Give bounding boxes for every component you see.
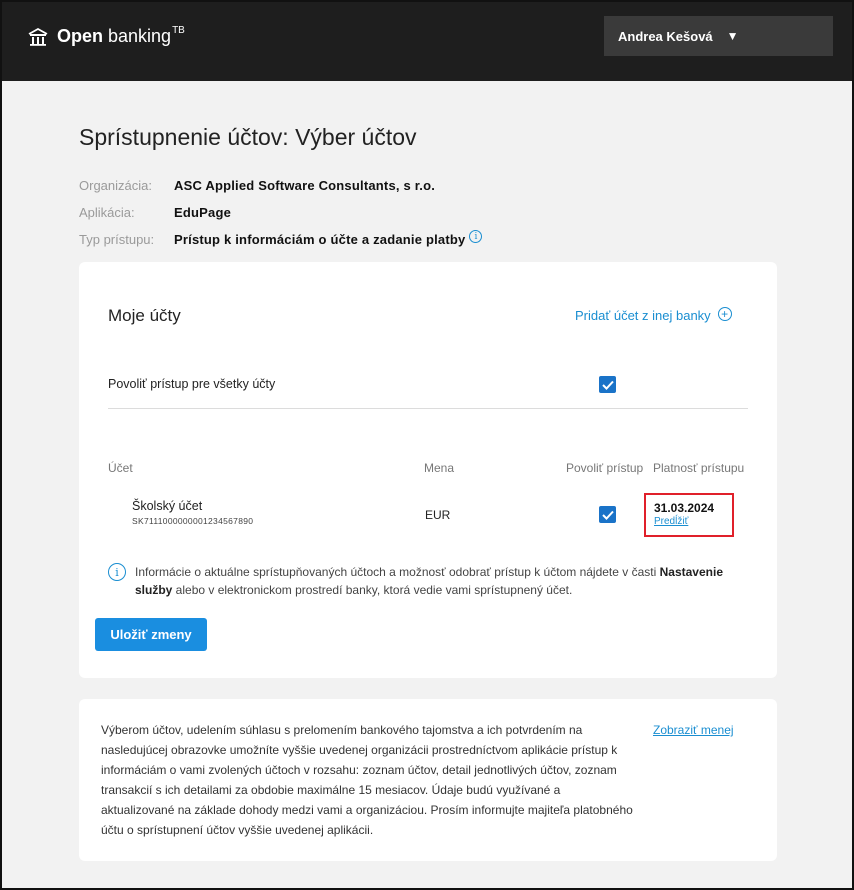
consent-text: Výberom účtov, udelením súhlasu s prelom… [101, 723, 633, 837]
brand-name: banking [108, 26, 172, 46]
validity-cell: 31.03.2024 Predĺžiť [644, 493, 734, 537]
notice-text: Informácie o aktuálne sprístupňovaných ú… [135, 563, 755, 599]
add-account-link[interactable]: Pridať účet z inej banky + [575, 306, 732, 323]
checkmark-icon [601, 510, 614, 520]
meta-row-application: Aplikácia: EduPage [79, 199, 482, 226]
info-icon: i [108, 563, 126, 581]
meta-value: Prístup k informáciám o účte a zadanie p… [174, 232, 466, 247]
notice-text-start: Informácie o aktuálne sprístupňovaných ú… [135, 565, 660, 579]
bank-icon [28, 27, 48, 46]
save-changes-button[interactable]: Uložiť zmeny [95, 618, 207, 651]
account-iban: SK7111000000001234567890 [132, 516, 254, 526]
extend-link[interactable]: Predĺžiť [654, 516, 688, 527]
column-header-account: Účet [108, 461, 133, 475]
checkmark-icon [601, 380, 614, 390]
meta-key: Organizácia: [79, 178, 152, 193]
brand-name-bold: Open [57, 26, 104, 46]
show-less-link[interactable]: Zobraziť menej [653, 723, 734, 737]
brand-superscript: TB [172, 25, 185, 36]
notice-text-end: alebo v elektronickom prostredí banky, k… [172, 583, 573, 597]
divider [108, 408, 748, 409]
meta-value: ASC Applied Software Consultants, s r.o. [174, 178, 436, 193]
top-bar: Open banking TB Andrea Kešová ▼ [2, 2, 852, 81]
info-icon[interactable]: i [469, 230, 483, 243]
accounts-card-title: Moje účty [108, 306, 181, 325]
column-header-allow: Povoliť prístup [566, 461, 644, 475]
caret-down-icon: ▼ [726, 29, 739, 43]
meta-key: Typ prístupu: [79, 232, 155, 247]
add-account-label: Pridať účet z inej banky [575, 308, 711, 323]
column-header-currency: Mena [424, 461, 455, 475]
plus-circle-icon: + [717, 306, 732, 321]
allow-all-checkbox[interactable] [599, 376, 616, 393]
brand-logo[interactable]: Open banking TB [27, 25, 185, 47]
user-menu-button[interactable]: Andrea Kešová ▼ [604, 16, 833, 56]
account-currency: EUR [425, 508, 451, 522]
consent-card: Výberom účtov, udelením súhlasu s prelom… [79, 699, 777, 861]
user-name: Andrea Kešová [618, 28, 713, 44]
account-allow-checkbox[interactable] [599, 506, 616, 523]
accounts-card: Moje účty Pridať účet z inej banky + Pov… [79, 262, 777, 678]
request-details: Organizácia: ASC Applied Software Consul… [79, 172, 483, 253]
meta-row-organization: Organizácia: ASC Applied Software Consul… [79, 172, 482, 199]
app-frame: Open banking TB Andrea Kešová ▼ Sprístup… [0, 0, 854, 890]
column-header-validity: Platnosť prístupu [653, 461, 745, 475]
account-name: Školský účet [132, 499, 203, 513]
meta-key: Aplikácia: [79, 205, 135, 220]
validity-date: 31.03.2024 [654, 501, 715, 515]
meta-row-access-type: Typ prístupu: Prístup k informáciám o úč… [79, 226, 483, 253]
allow-all-label: Povoliť prístup pre všetky účty [108, 377, 276, 391]
meta-value: EduPage [174, 205, 232, 220]
page-title: Sprístupnenie účtov: Výber účtov [79, 124, 417, 150]
